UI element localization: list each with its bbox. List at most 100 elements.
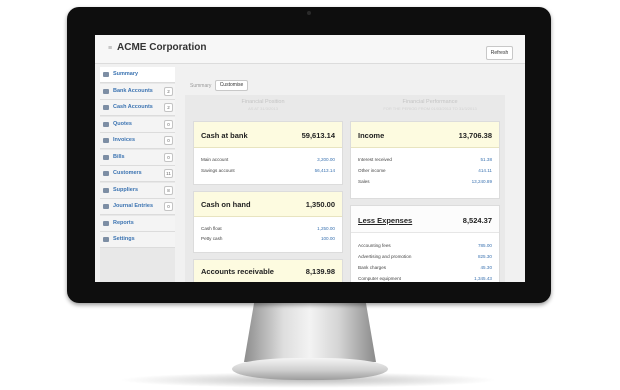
sidebar-item-suppliers[interactable]: Suppliers 8 (100, 183, 175, 199)
income-card: Income 13,706.38 Interest received 51.38… (350, 121, 500, 199)
sidebar-item-invoices[interactable]: Invoices 0 (100, 133, 175, 149)
monitor-stand-base (232, 358, 388, 380)
sidebar-item-settings[interactable]: Settings (100, 232, 175, 248)
account-label: Cash float (201, 226, 222, 231)
customers-icon (103, 171, 109, 176)
refresh-button[interactable]: Refresh (486, 46, 513, 60)
sidebar-item-bills[interactable]: Bills 0 (100, 150, 175, 166)
sidebar-item-label: Bills (113, 154, 125, 160)
sidebar-item-label: Journal Entries (113, 203, 154, 209)
count-badge: 2 (164, 103, 173, 112)
sidebar-item-label: Reports (113, 220, 134, 226)
count-badge: 0 (164, 202, 173, 211)
tab-customise[interactable]: Customise (215, 80, 248, 91)
document-icon (103, 122, 109, 127)
card-title: Cash at bank (201, 131, 248, 140)
account-value[interactable]: 100.00 (321, 236, 335, 241)
bank-icon (103, 89, 109, 94)
card-title: Cash on hand (201, 200, 251, 209)
card-header: Accounts receivable 8,139.98 (194, 260, 342, 282)
sidebar-item-label: Customers (113, 170, 142, 176)
account-label: Bank charges (358, 265, 387, 270)
card-header: Cash at bank 59,613.14 (194, 122, 342, 148)
journal-icon (103, 204, 109, 209)
financial-position-subtitle: AS AT 31/3/2013 (248, 106, 278, 111)
financial-position-heading: Financial Position (241, 99, 285, 105)
sidebar-item-reports[interactable]: Reports (100, 216, 175, 232)
count-badge: 0 (164, 136, 173, 145)
wrench-icon (103, 237, 109, 242)
card-title: Less Expenses (358, 216, 413, 225)
cash-at-bank-card: Cash at bank 59,613.14 Main account 3,20… (193, 121, 343, 185)
bill-icon (103, 155, 109, 160)
account-label: Accounting fees (358, 243, 391, 248)
account-value[interactable]: 1,345.43 (474, 276, 492, 281)
sidebar-item-label: Cash Accounts (113, 104, 153, 110)
count-badge: 0 (164, 153, 173, 162)
sidebar: Summary Bank Accounts 2 Cash Accounts 2 … (100, 67, 175, 282)
card-header: Cash on hand 1,350.00 (194, 192, 342, 217)
count-badge: 2 (164, 87, 173, 96)
monitor-icon (103, 72, 109, 77)
sidebar-item-bank-accounts[interactable]: Bank Accounts 2 (100, 84, 175, 100)
financial-performance-subtitle: FOR THE PERIOD FROM 01/03/2013 TO 31/3/2… (383, 106, 477, 111)
sidebar-item-label: Summary (113, 71, 139, 77)
card-total: 1,350.00 (305, 200, 335, 209)
account-label: Main account (201, 157, 229, 162)
card-title: Income (358, 131, 385, 140)
financial-performance-heading: Financial Performance (402, 99, 458, 105)
sidebar-item-label: Suppliers (113, 187, 139, 193)
app-header: ≡ ACME Corporation Refresh (95, 35, 525, 64)
account-label: Sales (358, 179, 370, 184)
account-value[interactable]: 3,200.00 (317, 157, 335, 162)
camera-icon (307, 11, 311, 15)
monitor-stand-neck (244, 300, 376, 362)
count-badge: 11 (164, 169, 173, 178)
sidebar-item-summary[interactable]: Summary (100, 67, 175, 83)
sidebar-item-journal-entries[interactable]: Journal Entries 0 (100, 199, 175, 215)
card-total: 13,706.38 (458, 131, 492, 140)
account-value[interactable]: 1,250.00 (317, 226, 335, 231)
count-badge: 0 (164, 120, 173, 129)
cash-on-hand-card: Cash on hand 1,350.00 Cash float 1,250.0… (193, 191, 343, 253)
account-value[interactable]: 825.30 (478, 254, 492, 259)
count-badge: 8 (164, 186, 173, 195)
account-label: Advertising and promotion (358, 254, 412, 259)
less-expenses-card: Less Expenses 8,524.37 Accounting fees 7… (350, 205, 500, 282)
account-label: Petty cash (201, 236, 223, 241)
screen: ≡ ACME Corporation Refresh Summary Bank … (95, 35, 525, 282)
card-total: 59,613.14 (301, 131, 335, 140)
tabs-bar: Summary Customise (183, 79, 383, 93)
account-label: Other income (358, 168, 386, 173)
tab-summary[interactable]: Summary (190, 83, 211, 89)
account-value[interactable]: 785.00 (478, 243, 492, 248)
sidebar-item-label: Quotes (113, 121, 132, 127)
account-label: Interest received (358, 157, 392, 162)
card-total: 8,139.98 (305, 267, 335, 276)
account-label: Computer equipment (358, 276, 401, 281)
sidebar-item-label: Settings (113, 236, 135, 242)
menu-icon[interactable]: ≡ (108, 44, 112, 53)
account-value[interactable]: 414.11 (478, 168, 492, 173)
card-total: 8,524.37 (462, 216, 492, 225)
truck-icon (103, 188, 109, 193)
sidebar-item-label: Bank Accounts (113, 88, 153, 94)
account-value[interactable]: 56,413.14 (315, 168, 335, 173)
account-label: Savings account (201, 168, 235, 173)
reports-icon (103, 221, 109, 226)
accounts-receivable-card: Accounts receivable 8,139.98 (193, 259, 343, 282)
card-title: Accounts receivable (201, 267, 274, 276)
sidebar-item-cash-accounts[interactable]: Cash Accounts 2 (100, 100, 175, 116)
invoice-icon (103, 138, 109, 143)
card-header: Less Expenses 8,524.37 (351, 206, 499, 233)
dashboard-content: Financial Position AS AT 31/3/2013 Finan… (185, 95, 505, 282)
sidebar-item-quotes[interactable]: Quotes 0 (100, 117, 175, 133)
account-value[interactable]: 51.38 (481, 157, 493, 162)
sidebar-item-label: Invoices (113, 137, 136, 143)
company-title: ACME Corporation (117, 42, 207, 53)
card-header: Income 13,706.38 (351, 122, 499, 148)
cash-icon (103, 105, 109, 110)
sidebar-item-customers[interactable]: Customers 11 (100, 166, 175, 182)
account-value[interactable]: 45.30 (481, 265, 493, 270)
account-value[interactable]: 13,240.89 (472, 179, 492, 184)
